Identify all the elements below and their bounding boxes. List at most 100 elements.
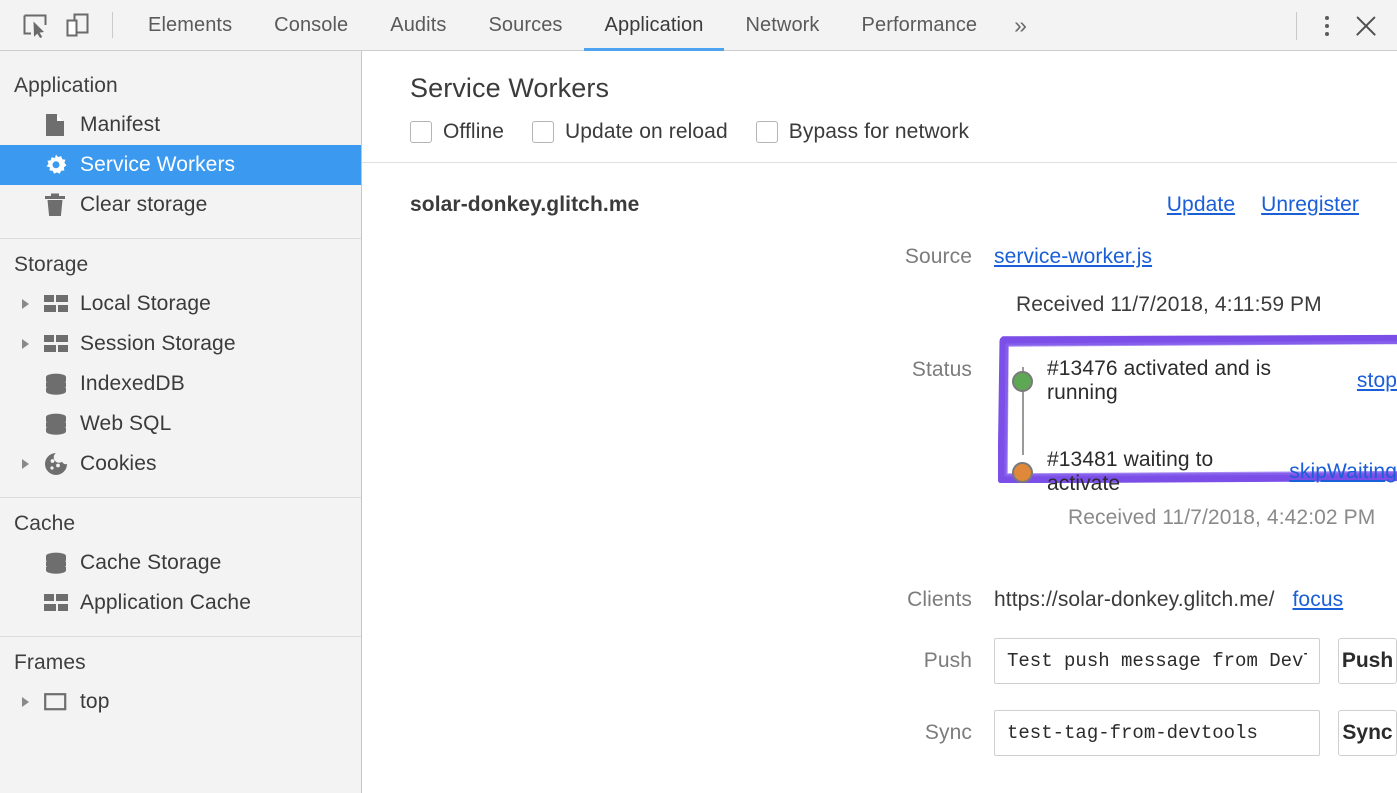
sidebar-item-application-cache[interactable]: Application Cache	[0, 583, 361, 623]
status-entry-waiting: #13481 waiting to activate skipWaiting	[994, 448, 1397, 496]
table-icon	[44, 593, 78, 613]
clients-label: Clients	[362, 588, 994, 612]
service-worker-details: Source service-worker.js Received 11/7/2…	[362, 217, 1397, 756]
document-icon	[44, 113, 78, 137]
sync-button[interactable]: Sync	[1338, 710, 1397, 756]
sidebar-item-cache-storage[interactable]: Cache Storage	[0, 543, 361, 583]
status-row: Status #13476 activated and is running	[362, 343, 1397, 542]
service-workers-panel: Service Workers Offline Update on reload…	[362, 51, 1397, 793]
sidebar-item-indexeddb[interactable]: IndexedDB	[0, 364, 361, 404]
sidebar-item-session-storage[interactable]: Session Storage	[0, 324, 361, 364]
table-icon	[44, 294, 78, 314]
sidebar-section-application: Application Manifest	[0, 60, 361, 238]
inspect-cursor-icon[interactable]	[14, 4, 56, 46]
source-file-link[interactable]: service-worker.js	[994, 245, 1152, 269]
status-label: Status	[362, 359, 994, 380]
stop-link[interactable]: stop	[1357, 369, 1397, 393]
update-link[interactable]: Update	[1167, 193, 1235, 217]
checkbox-box[interactable]	[532, 121, 554, 143]
chevron-right-icon[interactable]	[22, 459, 44, 469]
checkbox-label: Bypass for network	[789, 120, 969, 144]
push-message-input[interactable]	[994, 638, 1320, 684]
tab-performance[interactable]: Performance	[841, 0, 999, 51]
chevron-right-icon[interactable]	[22, 299, 44, 309]
devtools-toolbar: Elements Console Audits Sources Applicat…	[0, 0, 1397, 51]
device-toolbar-icon[interactable]	[56, 4, 98, 46]
tab-sources[interactable]: Sources	[467, 0, 583, 51]
close-icon[interactable]	[1349, 9, 1383, 43]
sidebar-item-cookies[interactable]: Cookies	[0, 444, 361, 484]
sidebar-item-top-frame[interactable]: top	[0, 682, 361, 722]
tab-application[interactable]: Application	[584, 0, 725, 51]
tab-audits[interactable]: Audits	[369, 0, 467, 51]
devtools-window: Elements Console Audits Sources Applicat…	[0, 0, 1397, 793]
cookie-icon	[44, 452, 78, 476]
toolbar-right-divider	[1296, 12, 1297, 40]
push-label: Push	[362, 649, 994, 673]
toolbar-right-controls	[1288, 0, 1397, 51]
update-on-reload-checkbox[interactable]: Update on reload	[532, 120, 728, 144]
tab-network[interactable]: Network	[724, 0, 840, 51]
offline-checkbox[interactable]: Offline	[410, 120, 504, 144]
sidebar-item-label: Manifest	[78, 113, 160, 137]
devtools-body: Application Manifest	[0, 51, 1397, 793]
service-worker-scope-row: solar-donkey.glitch.me Update Unregister	[362, 163, 1397, 217]
panel-options-row: Offline Update on reload Bypass for netw…	[410, 120, 1397, 162]
status-content: #13476 activated and is running stop #13…	[994, 343, 1397, 542]
status-received-text: Received 11/7/2018, 4:42:02 PM	[1068, 506, 1397, 530]
sync-label: Sync	[362, 721, 994, 745]
database-icon	[44, 373, 78, 395]
sidebar-item-label: Web SQL	[78, 412, 171, 436]
source-row: Source service-worker.js	[362, 245, 1397, 269]
sidebar-section-frames: Frames top	[0, 636, 361, 735]
sidebar-item-label: Service Workers	[78, 153, 235, 177]
sidebar-item-manifest[interactable]: Manifest	[0, 105, 361, 145]
push-button[interactable]: Push	[1338, 638, 1397, 684]
unregister-link[interactable]: Unregister	[1261, 193, 1359, 217]
sidebar-item-service-workers[interactable]: Service Workers	[0, 145, 361, 185]
sidebar-section-title: Application	[0, 69, 361, 105]
chevron-right-icon[interactable]	[22, 697, 44, 707]
sidebar-item-label: IndexedDB	[78, 372, 185, 396]
sidebar-section-storage: Storage Local Storage	[0, 238, 361, 497]
source-label: Source	[362, 245, 994, 269]
sidebar-section-title: Storage	[0, 248, 361, 284]
panel-tabs: Elements Console Audits Sources Applicat…	[127, 0, 1043, 51]
checkbox-box[interactable]	[756, 121, 778, 143]
status-entry-text: #13481 waiting to activate	[1047, 448, 1271, 496]
table-icon	[44, 334, 78, 354]
panel-header: Service Workers Offline Update on reload…	[362, 51, 1397, 162]
sidebar-item-web-sql[interactable]: Web SQL	[0, 404, 361, 444]
scope-origin: solar-donkey.glitch.me	[410, 193, 639, 217]
status-dot-green	[1012, 371, 1033, 392]
checkbox-label: Update on reload	[565, 120, 728, 144]
sidebar-item-label: top	[78, 690, 110, 714]
scope-actions: Update Unregister	[1167, 193, 1359, 217]
focus-link[interactable]: focus	[1293, 588, 1344, 612]
checkbox-label: Offline	[443, 120, 504, 144]
status-entry-text: #13476 activated and is running	[1047, 357, 1339, 405]
sidebar-item-label: Session Storage	[78, 332, 236, 356]
source-received-text: Received 11/7/2018, 4:11:59 PM	[1016, 293, 1397, 317]
toolbar-divider	[112, 12, 113, 38]
client-url: https://solar-donkey.glitch.me/	[994, 588, 1275, 612]
sync-tag-input[interactable]	[994, 710, 1320, 756]
kebab-menu-icon[interactable]	[1313, 16, 1341, 36]
tab-console[interactable]: Console	[253, 0, 369, 51]
more-tabs-icon[interactable]: »	[998, 12, 1043, 39]
tab-elements[interactable]: Elements	[127, 0, 253, 51]
sidebar-item-local-storage[interactable]: Local Storage	[0, 284, 361, 324]
sidebar-item-label: Cache Storage	[78, 551, 221, 575]
skip-waiting-link[interactable]: skipWaiting	[1289, 460, 1397, 484]
push-row: Push Push	[362, 638, 1397, 684]
sidebar-item-clear-storage[interactable]: Clear storage	[0, 185, 361, 225]
status-entry-activated: #13476 activated and is running stop	[994, 357, 1397, 405]
checkbox-box[interactable]	[410, 121, 432, 143]
gear-icon	[44, 153, 78, 177]
bypass-for-network-checkbox[interactable]: Bypass for network	[756, 120, 969, 144]
clients-row: Clients https://solar-donkey.glitch.me/ …	[362, 588, 1397, 612]
frame-icon	[44, 692, 78, 712]
sidebar-section-title: Cache	[0, 507, 361, 543]
page-title: Service Workers	[410, 73, 1397, 120]
chevron-right-icon[interactable]	[22, 339, 44, 349]
